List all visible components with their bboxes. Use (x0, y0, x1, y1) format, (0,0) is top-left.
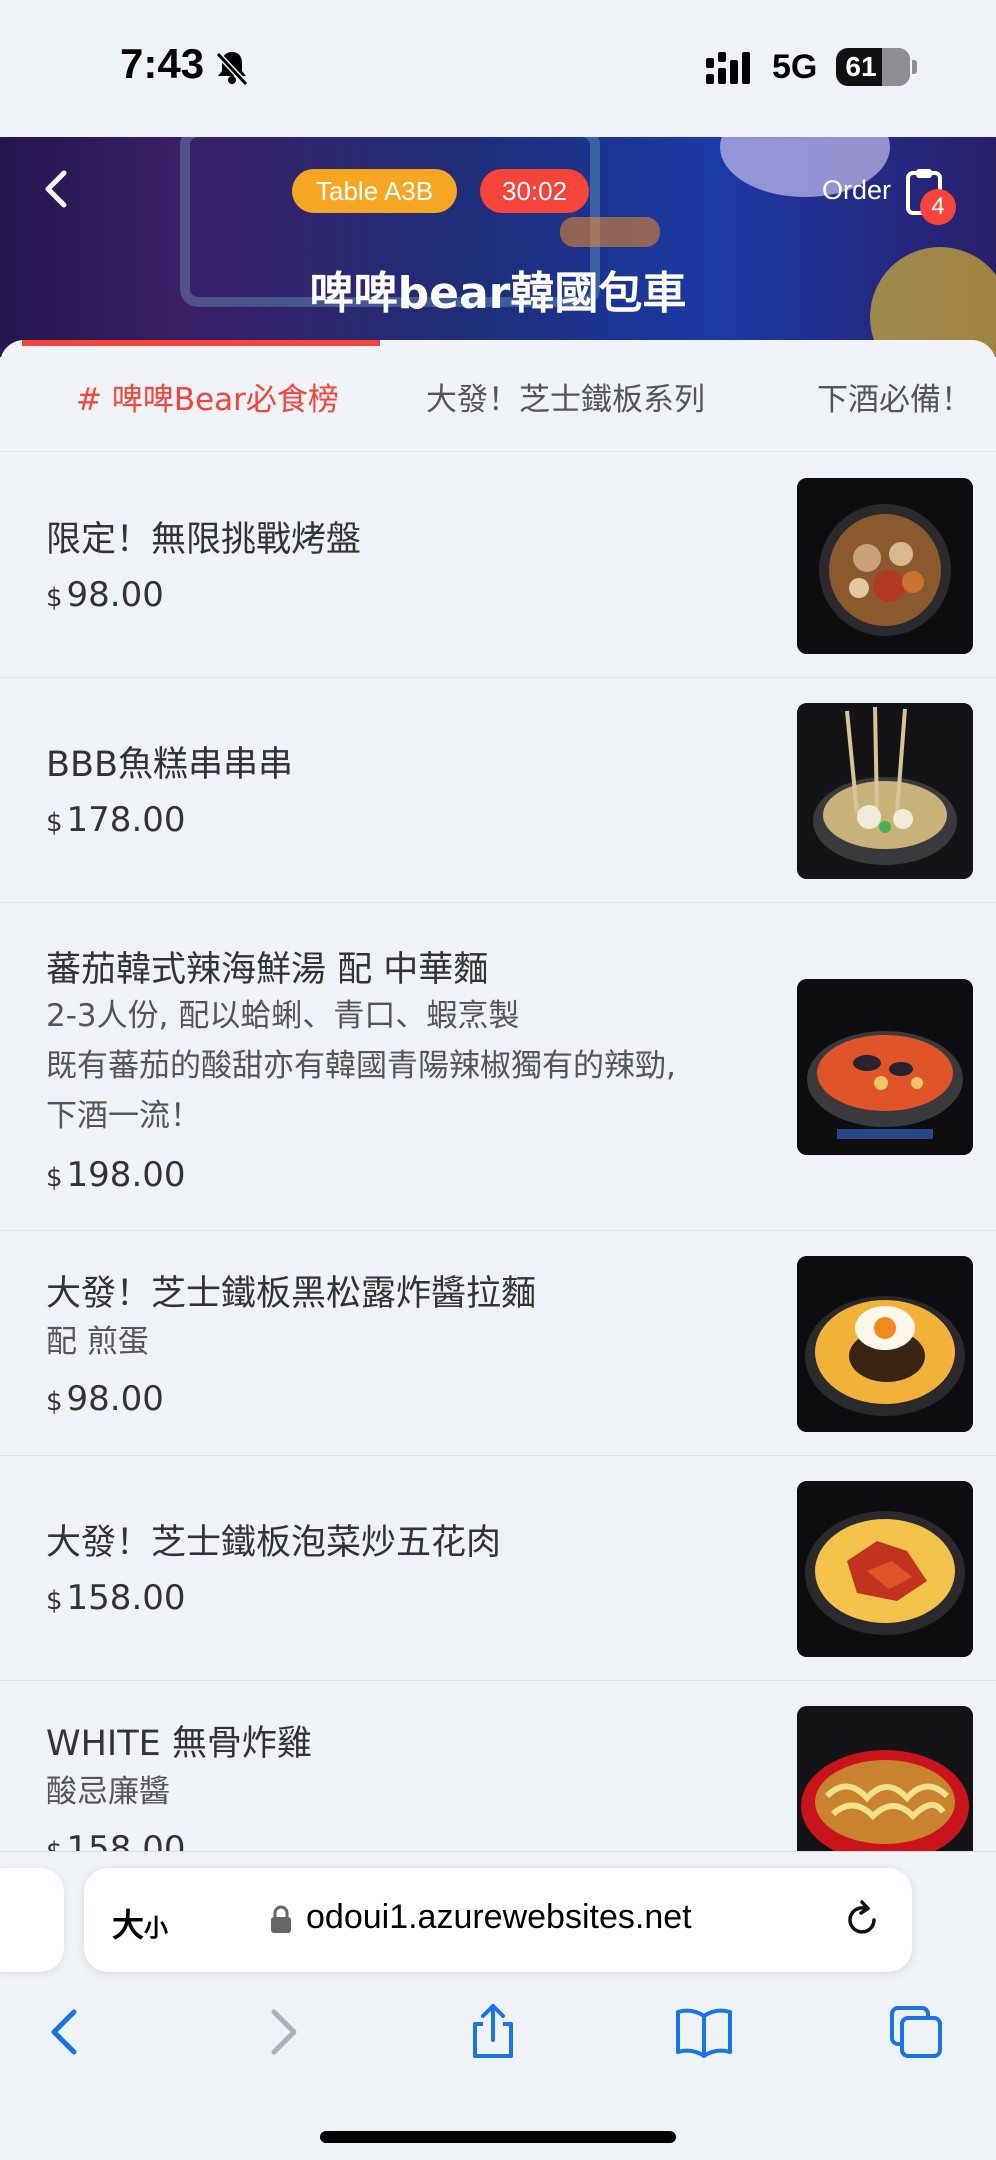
item-name: 蕃茄韓式辣海鮮湯 配 中華麵 (46, 950, 489, 990)
restaurant-header: Table A3B 30:02 Order 4 啤啤bear韓國包車 (0, 137, 996, 357)
store-name: 啤啤bear韓國包車 (309, 268, 687, 319)
item-description-line: 下酒一流！ (46, 1098, 201, 1134)
item-name: 大發！芝士鐵板泡菜炒五花肉 (46, 1523, 502, 1563)
kimchi-pork-photo[interactable] (797, 1481, 973, 1657)
menu-item[interactable]: BBB魚糕串串串 $178.00 (0, 678, 996, 903)
item-price: $98.00 (46, 1379, 164, 1419)
browser-forward-icon[interactable] (252, 2002, 312, 2062)
fried-chicken-photo[interactable] (797, 1706, 973, 1851)
item-name: BBB魚糕串串串 (46, 745, 294, 785)
home-indicator (320, 2131, 676, 2143)
order-label[interactable]: Order (822, 175, 891, 206)
item-name: 限定！無限挑戰烤盤 (46, 520, 362, 560)
fishcake-skewers-photo[interactable] (797, 703, 973, 879)
menu-item[interactable]: 蕃茄韓式辣海鮮湯 配 中華麵 2-3人份, 配以蛤蜊、青口、蝦烹製 既有蕃茄的酸… (0, 903, 996, 1231)
menu-item[interactable]: 限定！無限挑戰烤盤 $98.00 (0, 453, 996, 678)
tab-cheese-iron-plate[interactable]: 大發！芝士鐵板系列 (426, 374, 705, 419)
grill-platter-photo[interactable] (797, 478, 973, 654)
order-count-badge: 4 (920, 189, 956, 225)
bell-muted-icon (215, 51, 249, 87)
item-price: $158.00 (46, 1578, 186, 1618)
item-description: 配 煎蛋 (46, 1317, 149, 1367)
banner-decoration (560, 217, 660, 247)
item-price: $158.00 (46, 1829, 186, 1851)
url-text[interactable]: odoui1.azurewebsites.net (306, 1898, 692, 1937)
item-description: 酸忌廉醬 (46, 1767, 170, 1817)
item-description-line: 2-3人份, 配以蛤蜊、青口、蝦烹製 (46, 998, 520, 1034)
menu-item[interactable]: WHITE 無骨炸雞 酸忌廉醬 $158.00 (0, 1681, 996, 1851)
tab-scroll-indicator (22, 340, 380, 346)
battery-icon: 61 (836, 48, 910, 86)
item-name: 大發！芝士鐵板黑松露炸醬拉麵 (46, 1274, 537, 1314)
previous-tab-card[interactable] (0, 1868, 64, 1972)
item-description: 2-3人份, 配以蛤蜊、青口、蝦烹製 既有蕃茄的酸甜亦有韓國青陽辣椒獨有的辣勁,… (46, 991, 676, 1141)
browser-toolbar: 大小 odoui1.azurewebsites.net (0, 1851, 996, 2160)
page-settings-button[interactable]: 大小 (112, 1900, 168, 1946)
bookmarks-icon[interactable] (674, 2002, 734, 2062)
signal-icon (706, 52, 750, 84)
battery-nub (912, 60, 917, 74)
item-description-line: 配 煎蛋 (46, 1324, 149, 1360)
table-badge: Table A3B (292, 169, 458, 213)
tabs-icon[interactable] (886, 2002, 946, 2062)
tab-drink-snacks[interactable]: 下酒必備！ (817, 374, 972, 419)
lock-icon (271, 1905, 291, 1933)
battery-level: 61 (845, 51, 877, 82)
browser-back-icon[interactable] (36, 2002, 96, 2062)
item-description-line: 既有蕃茄的酸甜亦有韓國青陽辣椒獨有的辣勁, (46, 1048, 676, 1084)
tab-must-eat[interactable]: # 啤啤Bear必食榜 (76, 374, 339, 419)
address-bar[interactable]: 大小 odoui1.azurewebsites.net (84, 1868, 912, 1972)
menu-item[interactable]: 大發！芝士鐵板泡菜炒五花肉 $158.00 (0, 1456, 996, 1681)
item-name: WHITE 無骨炸雞 (46, 1724, 312, 1764)
timer-badge: 30:02 (480, 169, 590, 213)
item-price: $178.00 (46, 800, 186, 840)
network-type: 5G (772, 48, 818, 86)
category-tabs: # 啤啤Bear必食榜 大發！芝士鐵板系列 下酒必備！ (0, 340, 996, 452)
back-chevron-icon[interactable] (36, 165, 76, 213)
cheese-ramen-photo[interactable] (797, 1256, 973, 1432)
share-icon[interactable] (463, 2002, 523, 2062)
item-price: $98.00 (46, 575, 164, 615)
menu-item[interactable]: 大發！芝士鐵板黑松露炸醬拉麵 配 煎蛋 $98.00 (0, 1231, 996, 1456)
seafood-soup-photo[interactable] (797, 979, 973, 1155)
menu-list: 限定！無限挑戰烤盤 $98.00 BBB魚糕串串串 $178.00 蕃茄韓式辣海… (0, 453, 996, 1851)
item-description-line: 酸忌廉醬 (46, 1774, 170, 1810)
status-bar: 7:43 5G 61 (0, 0, 996, 137)
reload-icon[interactable] (840, 1898, 884, 1942)
item-price: $198.00 (46, 1155, 186, 1195)
status-time: 7:43 (120, 40, 205, 87)
